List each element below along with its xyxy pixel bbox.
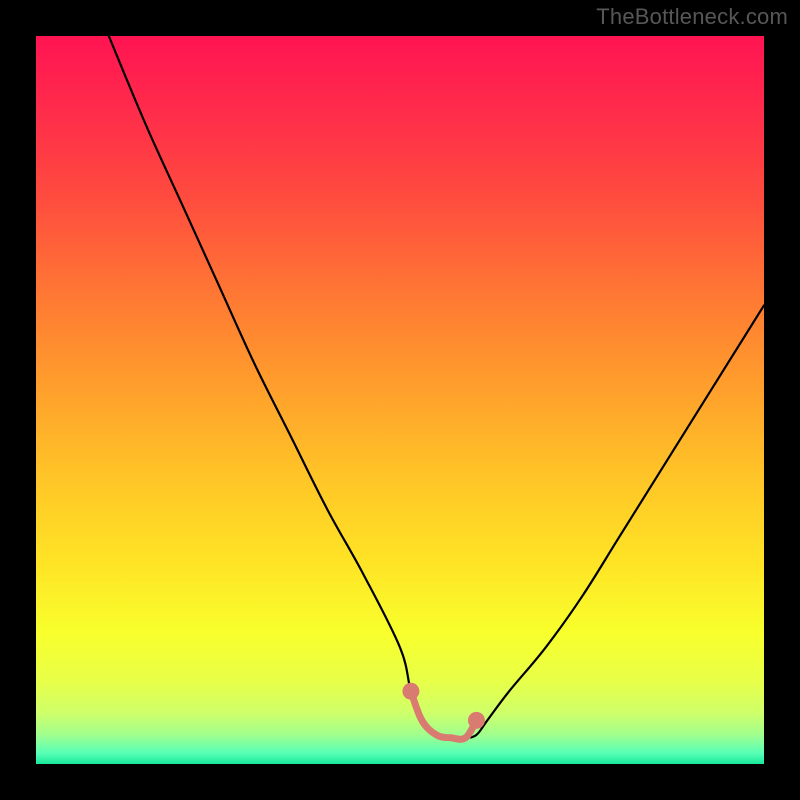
valley-floor-path (411, 691, 477, 739)
left-dot (402, 683, 419, 700)
right-dot (468, 712, 485, 729)
watermark-text: TheBottleneck.com (596, 4, 788, 30)
chart-curve-layer (36, 36, 764, 764)
chart-frame: TheBottleneck.com (0, 0, 800, 800)
plot-area (36, 36, 764, 764)
bottleneck-curve-path (109, 36, 764, 738)
